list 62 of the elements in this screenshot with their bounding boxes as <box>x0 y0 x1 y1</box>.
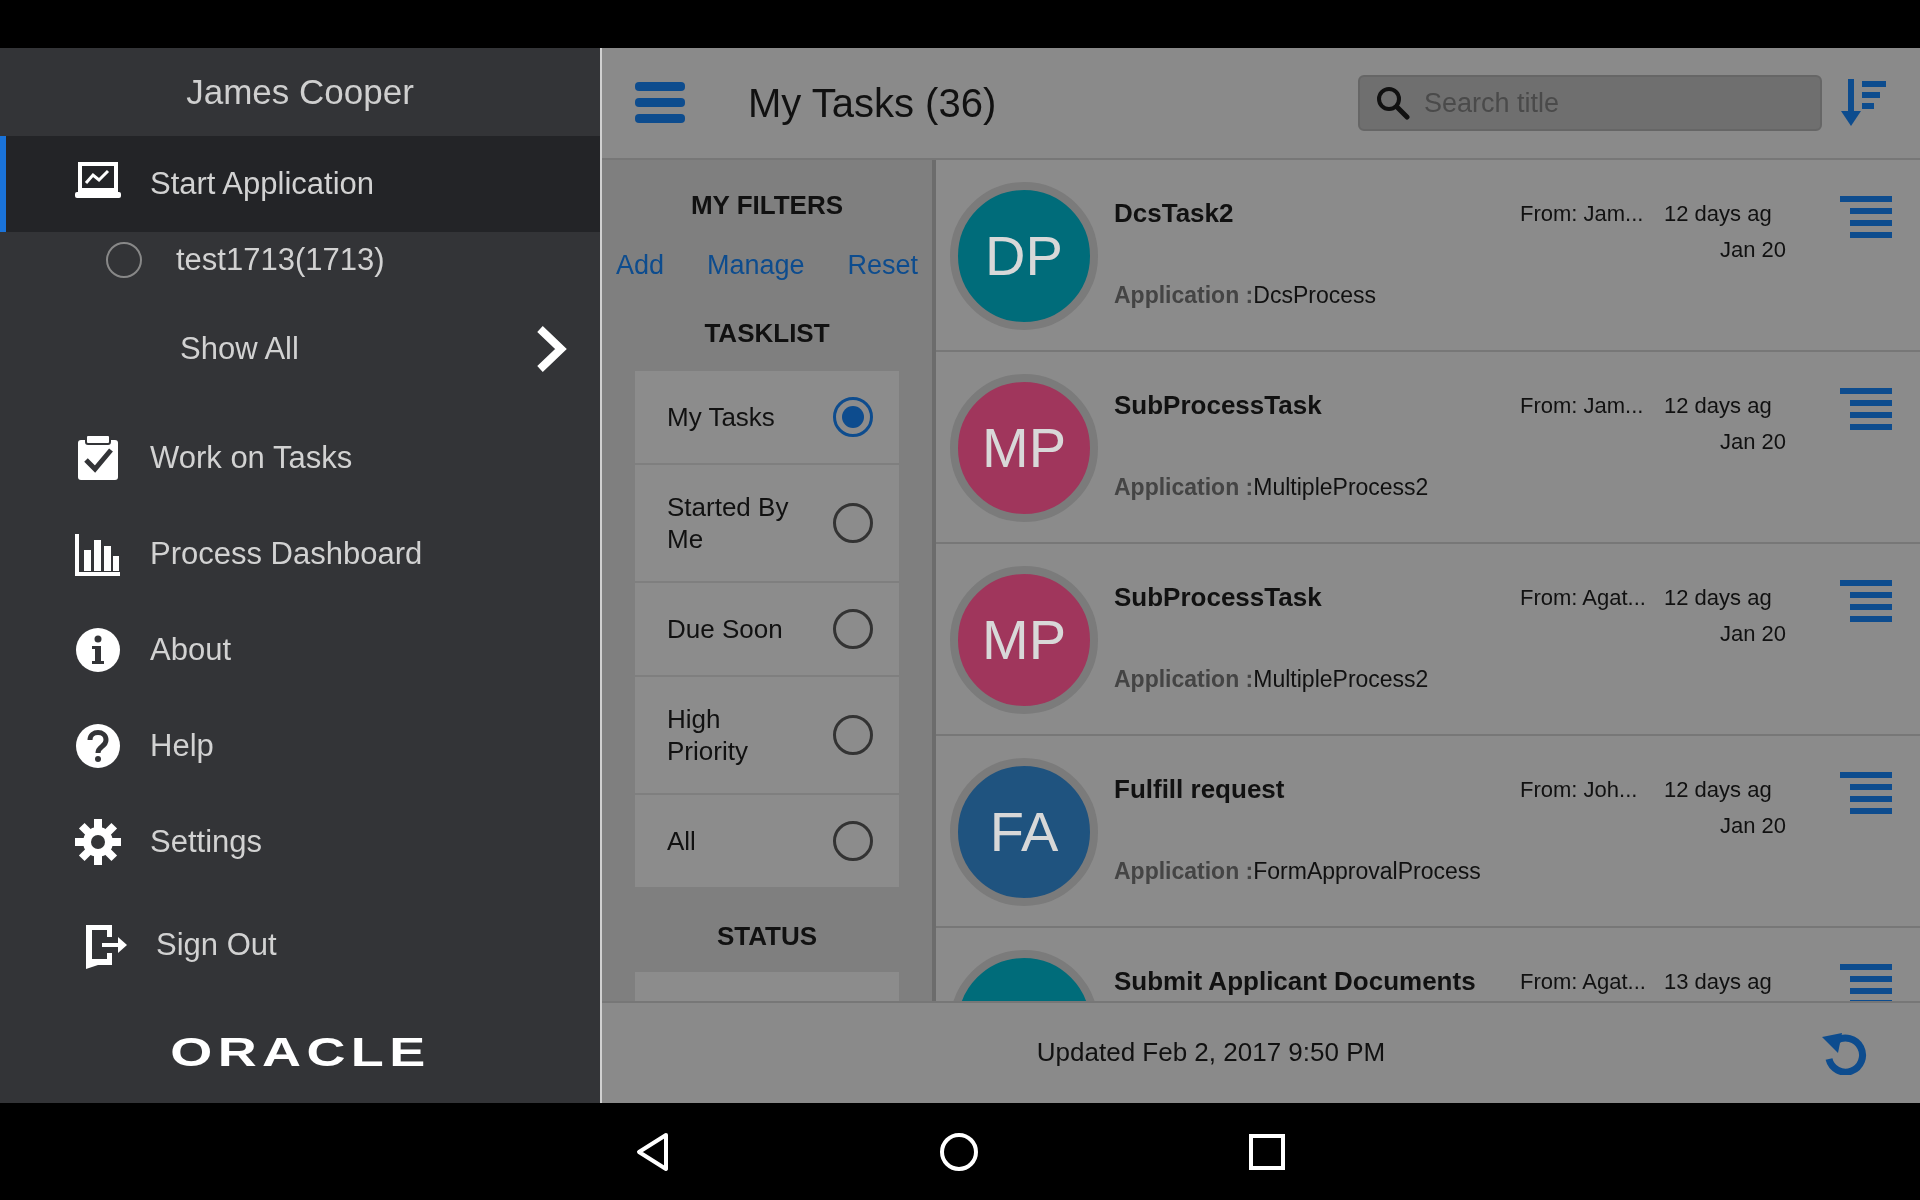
task-application: Application :MultipleProcess2 <box>1114 665 1430 694</box>
task-sender: From: Agat... <box>1520 968 1647 996</box>
task-age: 12 days ag <box>1664 200 1773 228</box>
avatar: FA <box>950 758 1098 906</box>
drawer-menu-item[interactable]: Process Dashboard <box>0 506 600 602</box>
list-menu-icon[interactable] <box>1840 962 1892 1001</box>
drawer-menu-item[interactable]: Start Application <box>0 136 600 232</box>
avatar: MP <box>950 566 1098 714</box>
page-title: My Tasks (36) <box>748 80 997 127</box>
tasklist-item[interactable]: High Priority <box>635 676 899 793</box>
task-application: Application :FormApprovalProcess <box>1114 857 1482 886</box>
task-age: 12 days ag <box>1664 584 1773 612</box>
help-icon <box>74 722 122 770</box>
task-title[interactable]: Fulfill request <box>1114 770 1520 809</box>
logo: ORACLE <box>169 1028 431 1076</box>
section-heading: STATUS <box>716 919 818 953</box>
radio-button[interactable] <box>106 242 142 278</box>
task-title[interactable]: Submit Applicant Documents <box>1114 962 1520 1001</box>
home-icon[interactable] <box>939 1131 979 1172</box>
task-sender: From: Joh... <box>1520 776 1639 804</box>
search-icon <box>1376 86 1410 120</box>
task-title[interactable]: SubProcessTask <box>1114 578 1520 617</box>
radio-button[interactable] <box>833 502 873 543</box>
info-icon <box>74 626 122 674</box>
task-date: Jan 20 <box>1719 812 1786 840</box>
application-item[interactable]: test1713(1713) <box>176 236 385 284</box>
drawer-menu-item[interactable]: Sign Out <box>0 890 600 1000</box>
task-sender: From: Jam... <box>1520 200 1645 228</box>
last-updated-text: Updated Feb 2, 2017 9:50 PM <box>1036 1035 1386 1069</box>
task-age: 12 days ag <box>1664 392 1773 420</box>
task-title[interactable]: DcsTask2 <box>1114 194 1520 233</box>
tasklist-item[interactable]: All <box>635 794 899 887</box>
back-icon[interactable] <box>635 1131 669 1172</box>
task-sender: From: Agat... <box>1520 584 1647 612</box>
section-heading: TASKLIST <box>704 316 830 350</box>
task-date: Jan 20 <box>1719 620 1786 648</box>
task-application: Application :DcsProcess <box>1114 281 1377 310</box>
tasklist-item[interactable]: Due Soon <box>635 582 899 675</box>
user-name: James Cooper <box>185 70 415 113</box>
task-date: Jan 20 <box>1719 236 1786 264</box>
tasklist-item[interactable]: Started By Me <box>635 464 899 581</box>
radio-button[interactable] <box>833 714 873 755</box>
drawer-menu-item[interactable]: Settings <box>0 794 600 890</box>
task-application: Application :MultipleProcess2 <box>1114 473 1430 502</box>
drawer-menu-item[interactable]: Help <box>0 698 600 794</box>
task-title[interactable]: SubProcessTask <box>1114 386 1520 425</box>
drawer-menu-item[interactable]: Work on Tasks <box>0 410 600 506</box>
radio-button[interactable] <box>833 396 873 437</box>
drawer-menu-item[interactable]: About <box>0 602 600 698</box>
task-sender: From: Jam... <box>1520 392 1645 420</box>
section-heading: MY FILTERS <box>690 189 844 222</box>
show-all-link[interactable]: Show All <box>180 325 299 373</box>
avatar: DP <box>950 182 1098 330</box>
radio-button[interactable] <box>833 820 873 861</box>
radio-button[interactable] <box>833 608 873 649</box>
tasklist-item[interactable]: My Tasks <box>635 370 899 463</box>
task-date: Jan 20 <box>1719 428 1786 456</box>
settings-icon <box>74 818 122 866</box>
task-age: 12 days ag <box>1664 776 1773 804</box>
overview-icon[interactable] <box>1249 1133 1285 1170</box>
task-age: 13 days ag <box>1664 968 1773 996</box>
avatar: MP <box>950 374 1098 522</box>
